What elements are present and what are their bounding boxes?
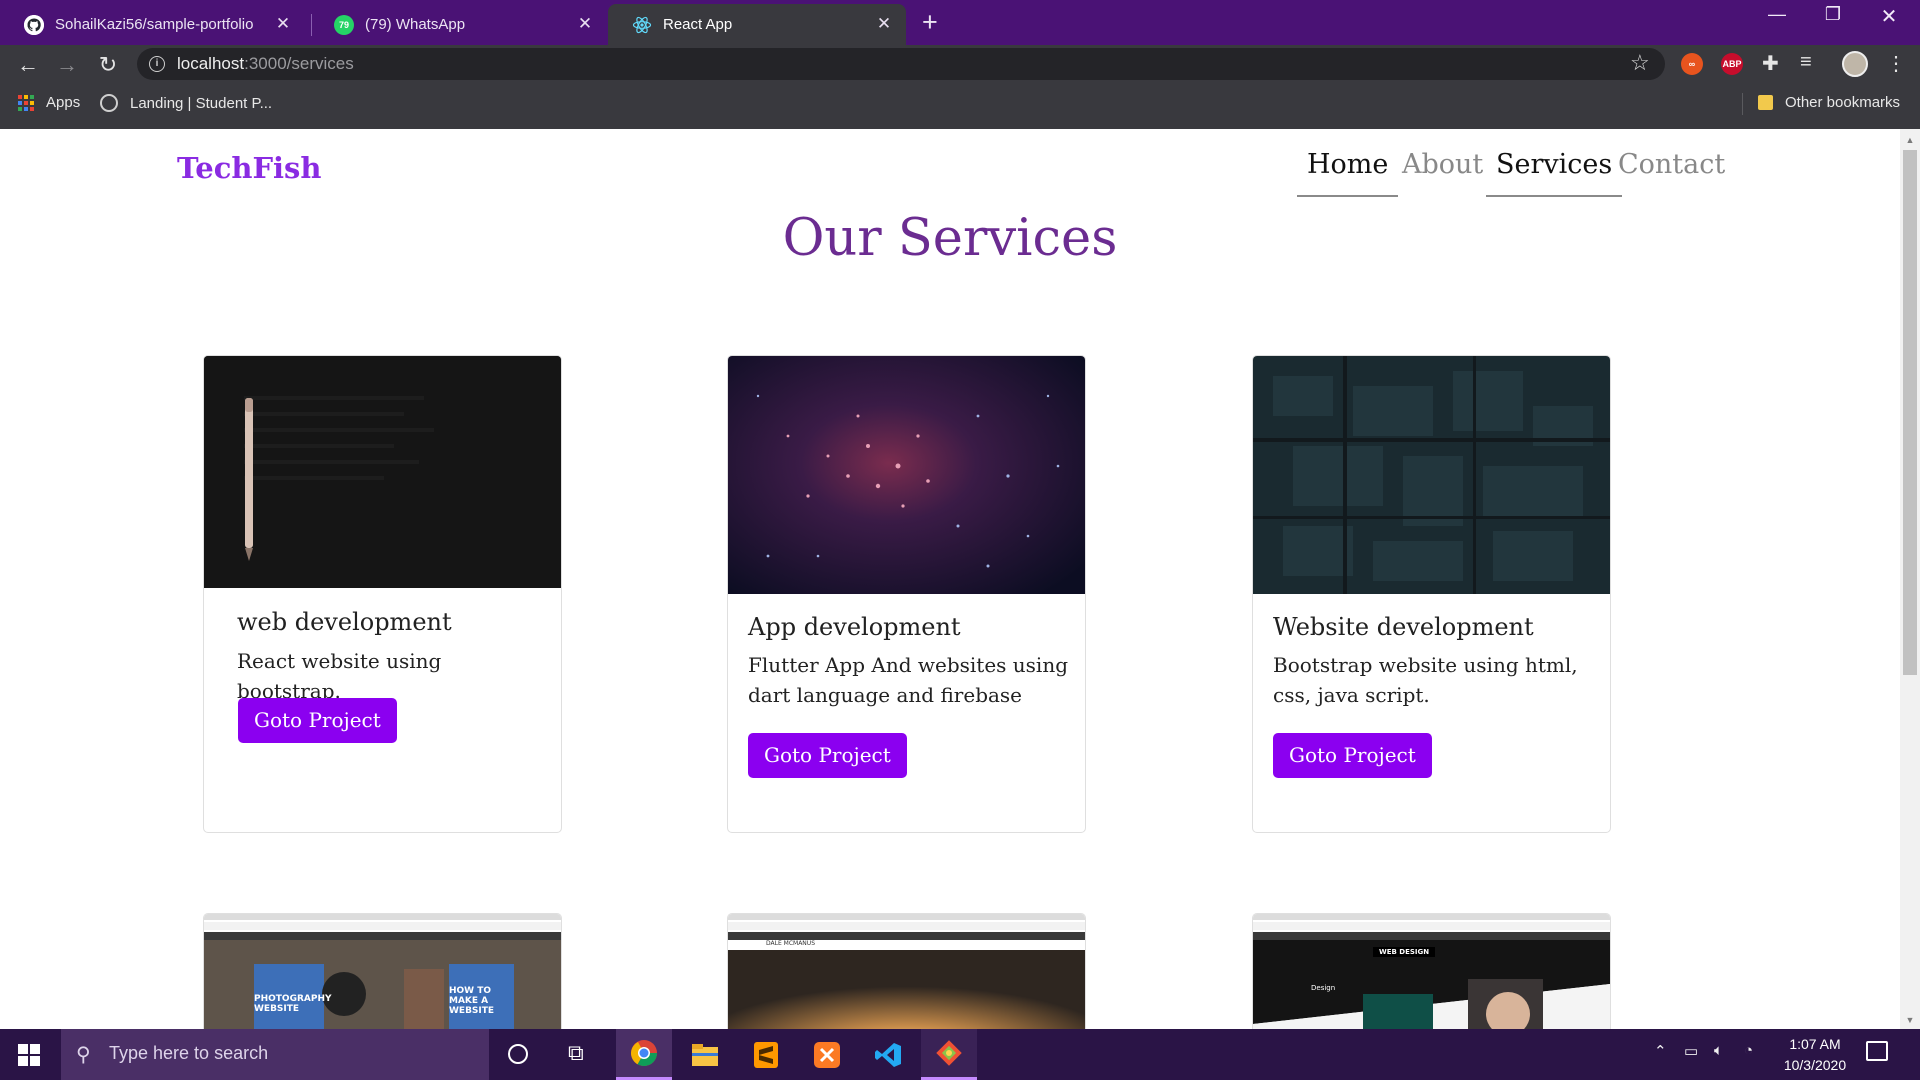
- bookmark-apps[interactable]: Apps: [18, 94, 80, 111]
- thumb-label: PHOTOGRAPHY WEBSITE: [254, 994, 332, 1014]
- tab-title: React App: [663, 16, 733, 33]
- bookmark-label: Other bookmarks: [1785, 94, 1901, 111]
- tray-chevron-up-icon[interactable]: ⌃: [1654, 1042, 1667, 1060]
- taskbar-clock[interactable]: 1:07 AM 10/3/2020: [1776, 1034, 1854, 1076]
- scrollbar-thumb[interactable]: [1903, 150, 1917, 675]
- reload-icon[interactable]: ↻: [94, 52, 122, 78]
- volume-icon[interactable]: 🔈︎: [1714, 1042, 1723, 1059]
- menu-dots-icon[interactable]: ⋮: [1886, 51, 1906, 76]
- url-text[interactable]: localhost:3000/services: [177, 54, 354, 74]
- search-icon: ⚲: [76, 1044, 91, 1066]
- service-card: Website development Bootstrap website us…: [1252, 355, 1611, 833]
- service-card: web development React website using boot…: [203, 355, 562, 833]
- close-window-icon[interactable]: ✕: [1864, 4, 1914, 29]
- folder-icon: [1758, 95, 1773, 110]
- windows-start-icon[interactable]: [18, 1044, 40, 1066]
- adblock-plus-icon[interactable]: ABP: [1721, 53, 1743, 75]
- react-icon: [632, 15, 652, 35]
- wifi-icon[interactable]: ◔: [1744, 1042, 1753, 1059]
- whatsapp-icon: 79: [334, 14, 354, 35]
- notifications-icon[interactable]: [1866, 1041, 1888, 1061]
- back-arrow-icon[interactable]: ←: [14, 52, 42, 78]
- vscode-icon[interactable]: [860, 1029, 916, 1080]
- forward-arrow-icon[interactable]: →: [53, 52, 81, 78]
- particle-galaxy-photo: [728, 356, 1085, 594]
- card-title: App development: [748, 613, 961, 641]
- bookmarks-divider: [1742, 93, 1743, 115]
- tab-react-app[interactable]: React App ✕: [608, 4, 906, 45]
- bookmark-landing[interactable]: Landing | Student P...: [100, 94, 272, 112]
- aerial-city-night-photo: [1253, 356, 1610, 594]
- chrome-icon[interactable]: [616, 1029, 672, 1080]
- page-title: Our Services: [782, 209, 1118, 268]
- media-queue-icon[interactable]: ≡: [1800, 51, 1812, 74]
- close-tab-icon[interactable]: ✕: [575, 14, 595, 34]
- close-tab-icon[interactable]: ✕: [273, 14, 293, 34]
- service-card: App development Flutter App And websites…: [727, 355, 1086, 833]
- card-text: Flutter App And websites using dart lang…: [748, 653, 1069, 707]
- url-host: localhost: [177, 54, 245, 73]
- tab-title: SohailKazi56/sample-portfolio: [55, 16, 254, 33]
- minimize-icon[interactable]: —: [1752, 4, 1802, 25]
- extensions-puzzle-icon[interactable]: ✚: [1762, 51, 1779, 76]
- task-view-icon[interactable]: ⧉: [568, 1040, 584, 1066]
- card-title: web development: [237, 608, 452, 636]
- scroll-down-arrow-icon[interactable]: ▼: [1900, 1011, 1920, 1029]
- new-tab-button[interactable]: +: [922, 7, 938, 38]
- tab-title: (79) WhatsApp: [365, 16, 466, 33]
- goto-project-button[interactable]: Goto Project: [748, 733, 907, 778]
- card-title: Website development: [1273, 613, 1534, 641]
- scroll-up-arrow-icon[interactable]: ▲: [1900, 131, 1920, 149]
- thumb-label: HOW TO MAKE A WEBSITE: [449, 986, 495, 1016]
- close-tab-icon[interactable]: ✕: [874, 14, 894, 34]
- goto-project-button[interactable]: Goto Project: [1273, 733, 1432, 778]
- site-brand[interactable]: TechFish: [177, 151, 321, 185]
- dark-pencil-photo: [204, 356, 561, 588]
- clock-date: 10/3/2020: [1783, 1057, 1847, 1073]
- thumb-label: WEB DESIGN: [1373, 947, 1436, 957]
- xampp-icon[interactable]: [799, 1029, 855, 1080]
- thumb-label: DALE MCMANUS: [766, 940, 815, 947]
- nav-home[interactable]: Home: [1297, 149, 1399, 197]
- site-favicon-icon: [100, 94, 118, 112]
- nav-about[interactable]: About: [1392, 149, 1493, 197]
- sublime-text-icon[interactable]: [738, 1029, 794, 1080]
- clock-time: 1:07 AM: [1789, 1036, 1841, 1052]
- bookmark-star-icon[interactable]: ☆: [1630, 50, 1650, 76]
- address-bar[interactable]: [137, 48, 1665, 80]
- bookmark-label: Apps: [46, 94, 81, 111]
- card-text: React website using bootstrap.: [237, 649, 442, 703]
- url-path: :3000/services: [244, 54, 354, 73]
- tab-github[interactable]: SohailKazi56/sample-portfolio ✕: [0, 4, 305, 45]
- nav-services[interactable]: Services: [1486, 149, 1623, 197]
- tab-whatsapp[interactable]: 79 (79) WhatsApp ✕: [310, 4, 607, 45]
- project-thumbnail: PHOTOGRAPHY WEBSITE HOW TO MAKE A WEBSIT…: [203, 913, 562, 1029]
- apps-grid-icon: [18, 94, 34, 111]
- battery-icon[interactable]: ▭: [1684, 1042, 1698, 1060]
- search-placeholder: Type here to search: [109, 1043, 269, 1063]
- file-explorer-icon[interactable]: [677, 1029, 733, 1080]
- other-bookmarks[interactable]: Other bookmarks: [1758, 94, 1900, 111]
- extension-infinity-icon[interactable]: ∞: [1681, 53, 1703, 75]
- bookmark-label: Landing | Student P...: [130, 94, 273, 112]
- restore-icon[interactable]: ❐: [1808, 4, 1858, 25]
- git-icon[interactable]: [921, 1029, 977, 1080]
- project-thumbnail: WEB DESIGN Design: [1252, 913, 1611, 1029]
- card-text: Bootstrap website using html, css, java …: [1273, 653, 1578, 707]
- thumb-label: Design: [1311, 984, 1336, 992]
- profile-avatar[interactable]: [1842, 51, 1868, 77]
- project-thumbnail: DALE MCMANUS: [727, 913, 1086, 1029]
- webpage: TechFish Home About Services Contact Our…: [0, 129, 1900, 1029]
- goto-project-button[interactable]: Goto Project: [238, 698, 397, 743]
- info-icon[interactable]: i: [149, 56, 165, 72]
- github-icon: [24, 14, 44, 35]
- nav-contact[interactable]: Contact: [1608, 149, 1735, 197]
- cortana-icon[interactable]: [508, 1044, 528, 1064]
